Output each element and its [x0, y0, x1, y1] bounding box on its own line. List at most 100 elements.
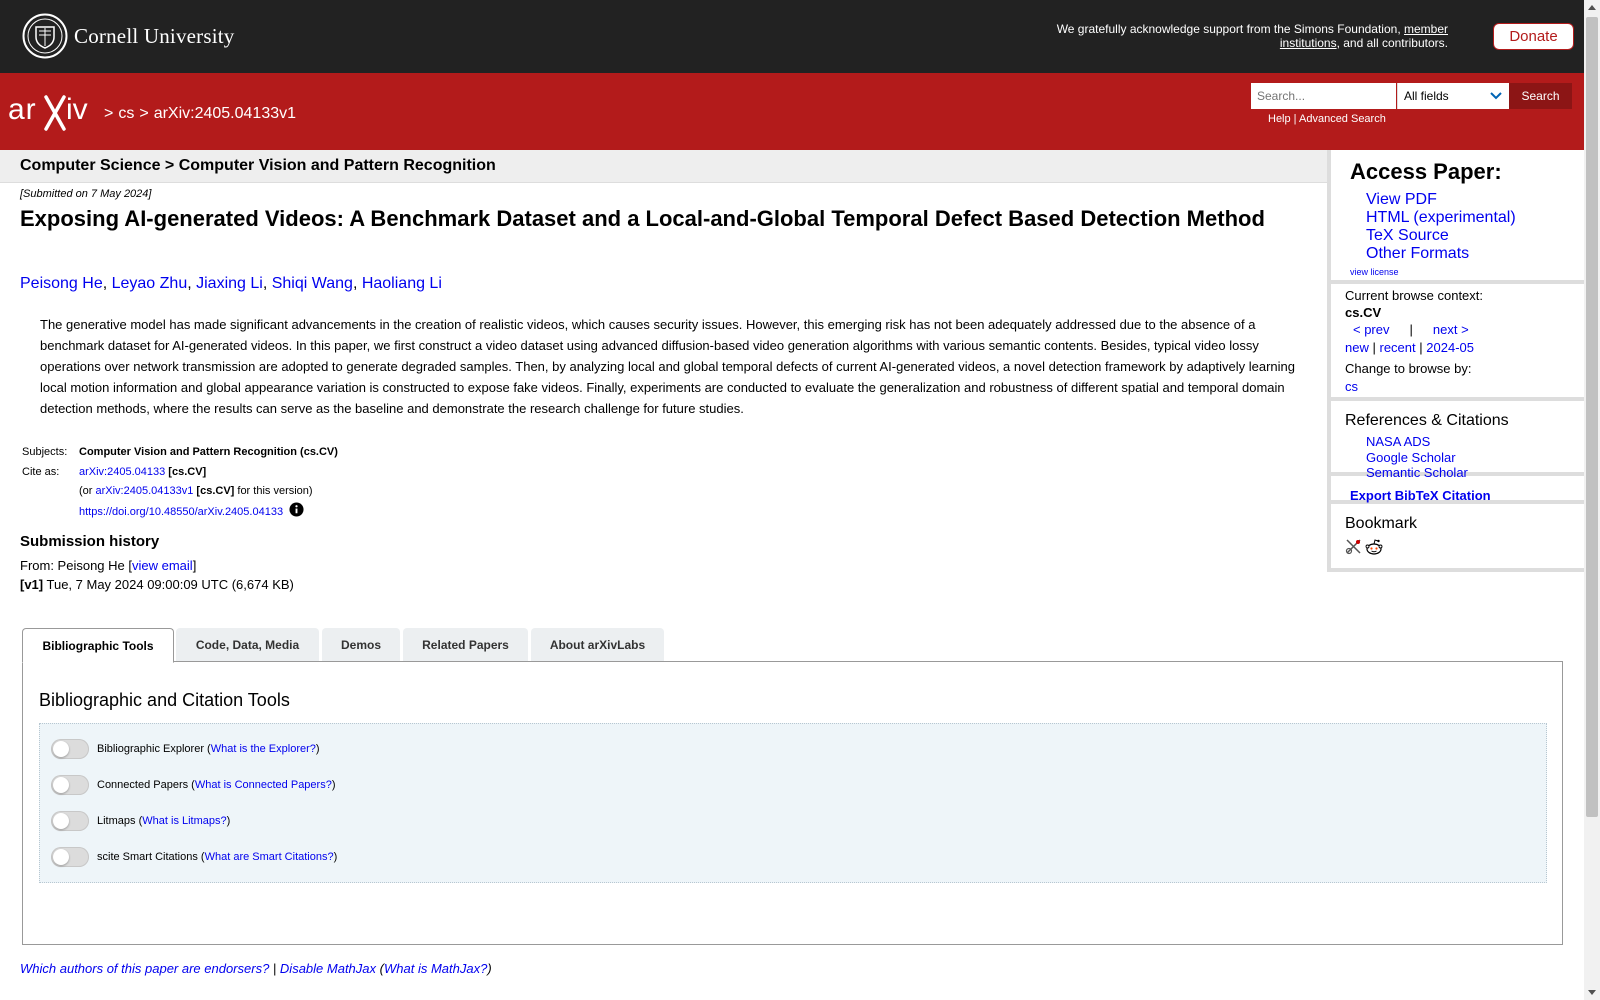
- nav-sep: |: [1372, 340, 1376, 355]
- help-link[interactable]: Help: [1268, 113, 1291, 125]
- export-bibtex-link[interactable]: Export BibTeX Citation: [1350, 488, 1491, 503]
- donate-button[interactable]: Donate: [1493, 23, 1574, 50]
- html-experimental-link[interactable]: HTML (experimental): [1366, 209, 1516, 227]
- what-is-mathjax-link[interactable]: What is MathJax?: [384, 961, 487, 976]
- cite-category: [cs.CV]: [168, 465, 207, 478]
- tool-label: Bibliographic Explorer: [97, 743, 204, 755]
- scite-toggle[interactable]: [51, 847, 89, 867]
- google-scholar-link[interactable]: Google Scholar: [1366, 450, 1468, 466]
- prev-link[interactable]: < prev: [1353, 322, 1390, 337]
- tab-related-papers[interactable]: Related Papers: [403, 628, 528, 662]
- view-license-link[interactable]: view license: [1350, 267, 1399, 277]
- bookmark-heading: Bookmark: [1345, 515, 1418, 532]
- scroll-up-icon[interactable]: [1588, 5, 1596, 10]
- tool-row-litmaps: Litmaps (What is Litmaps?): [51, 811, 230, 831]
- change-browse-cs-link[interactable]: cs: [1345, 379, 1358, 394]
- paper-title: Exposing AI-generated Videos: A Benchmar…: [20, 206, 1265, 231]
- from-prefix: From: Peisong He [: [20, 558, 132, 573]
- date-link[interactable]: 2024-05: [1426, 340, 1474, 355]
- tab-demos[interactable]: Demos: [322, 628, 400, 662]
- view-pdf-link[interactable]: View PDF: [1366, 191, 1516, 209]
- chevron-down-icon: [1490, 92, 1502, 100]
- explorer-toggle[interactable]: [51, 739, 89, 759]
- cornell-name: Cornell University: [74, 23, 235, 48]
- browse-context-label: Current browse context:: [1345, 288, 1484, 303]
- view-email-link[interactable]: view email: [132, 558, 193, 573]
- author-link[interactable]: Haoliang Li: [362, 275, 442, 292]
- breadcrumb-paper-id: arXiv:2405.04133v1: [153, 105, 297, 122]
- cite-label: Cite as:: [22, 465, 60, 478]
- litmaps-toggle[interactable]: [51, 811, 89, 831]
- next-link[interactable]: next >: [1433, 322, 1469, 337]
- search-button[interactable]: Search: [1509, 83, 1572, 109]
- submission-history-heading: Submission history: [20, 533, 160, 550]
- what-is-explorer-link[interactable]: What is the Explorer?: [211, 743, 316, 755]
- subjects-value: Computer Vision and Pattern Recognition …: [79, 446, 338, 458]
- arxiv-logo[interactable]: ar iv: [8, 91, 100, 133]
- browse-nav-2: new | recent | 2024-05: [1345, 340, 1474, 355]
- tool-label: scite Smart Citations: [97, 851, 198, 863]
- footer-paren: ): [487, 961, 492, 976]
- tab-bibliographic-tools[interactable]: Bibliographic Tools: [22, 628, 174, 663]
- endorsers-link[interactable]: Which authors of this paper are endorser…: [20, 961, 269, 976]
- version-history-v1: [v1] Tue, 7 May 2024 09:00:09 UTC (6,674…: [20, 577, 294, 592]
- nav-sep: |: [1409, 322, 1413, 337]
- tab-code-data-media[interactable]: Code, Data, Media: [176, 628, 319, 662]
- scrollbar-thumb[interactable]: [1586, 17, 1598, 817]
- search-field-select[interactable]: All fields: [1397, 83, 1509, 109]
- what-is-connected-papers-link[interactable]: What is Connected Papers?: [195, 779, 332, 791]
- reddit-icon[interactable]: [1365, 538, 1383, 556]
- submission-date: [Submitted on 7 May 2024]: [20, 188, 152, 200]
- tab-about-arxivlabs[interactable]: About arXivLabs: [531, 628, 664, 662]
- nav-sep: |: [1419, 340, 1423, 355]
- page-scrollbar[interactable]: [1584, 0, 1600, 1000]
- breadcrumb: > cs > arXiv:2405.04133v1: [104, 105, 296, 123]
- help-links: Help | Advanced Search: [1268, 113, 1386, 125]
- breadcrumb-sep: >: [104, 105, 114, 122]
- recent-link[interactable]: recent: [1380, 340, 1416, 355]
- semantic-scholar-link[interactable]: Semantic Scholar: [1366, 465, 1468, 481]
- help-sep: |: [1290, 113, 1299, 125]
- connected-papers-toggle[interactable]: [51, 775, 89, 795]
- subject-breadcrumb: Computer Science > Computer Vision and P…: [20, 157, 496, 174]
- svg-text:iv: iv: [66, 93, 88, 126]
- browse-context-value: cs.CV: [1345, 305, 1382, 320]
- author-link[interactable]: Jiaxing Li: [196, 275, 263, 292]
- version-tag: [v1]: [20, 577, 44, 592]
- bibsonomy-icon[interactable]: [1345, 538, 1362, 555]
- what-is-litmaps-link[interactable]: What is Litmaps?: [142, 815, 226, 827]
- browse-nav: < prev | next >: [1353, 322, 1469, 337]
- tool-label: Litmaps: [97, 815, 136, 827]
- access-links: View PDF HTML (experimental) TeX Source …: [1366, 191, 1516, 263]
- cornell-logo[interactable]: Cornell University: [22, 13, 235, 59]
- author-link[interactable]: Shiqi Wang: [272, 275, 353, 292]
- author-link[interactable]: Leyao Zhu: [112, 275, 188, 292]
- tools-heading: Bibliographic and Citation Tools: [39, 690, 290, 710]
- tool-row-explorer: Bibliographic Explorer (What is the Expl…: [51, 739, 320, 759]
- subjects-label: Subjects:: [22, 446, 68, 458]
- author-link[interactable]: Peisong He: [20, 275, 103, 292]
- footer-paren: (: [376, 961, 384, 976]
- version-text: Tue, 7 May 2024 09:00:09 UTC (6,674 KB): [43, 577, 294, 592]
- cornell-seal-icon: [22, 13, 68, 59]
- cite-link[interactable]: arXiv:2405.04133: [79, 466, 165, 478]
- nasa-ads-link[interactable]: NASA ADS: [1366, 434, 1468, 450]
- arxiv-header: ar iv > cs > arXiv:2405.04133v1 All fiel…: [0, 73, 1584, 150]
- version-suffix: for this version): [234, 485, 313, 497]
- tools-box: Bibliographic Explorer (What is the Expl…: [39, 723, 1547, 883]
- scroll-down-icon[interactable]: [1588, 990, 1596, 995]
- breadcrumb-cs[interactable]: cs: [118, 105, 134, 123]
- doi-link[interactable]: https://doi.org/10.48550/arXiv.2405.0413…: [79, 506, 283, 518]
- version-link[interactable]: arXiv:2405.04133v1: [96, 485, 194, 497]
- info-icon[interactable]: [289, 501, 304, 517]
- tex-source-link[interactable]: TeX Source: [1366, 227, 1516, 245]
- disable-mathjax-link[interactable]: Disable MathJax: [280, 961, 376, 976]
- other-formats-link[interactable]: Other Formats: [1366, 245, 1516, 263]
- search-input[interactable]: [1251, 83, 1396, 109]
- bookmark-icons: [1345, 538, 1383, 556]
- new-link[interactable]: new: [1345, 340, 1369, 355]
- what-are-smart-citations-link[interactable]: What are Smart Citations?: [205, 851, 334, 863]
- advanced-search-link[interactable]: Advanced Search: [1299, 113, 1386, 125]
- tool-row-connected-papers: Connected Papers (What is Connected Pape…: [51, 775, 336, 795]
- references-heading: References & Citations: [1345, 412, 1509, 429]
